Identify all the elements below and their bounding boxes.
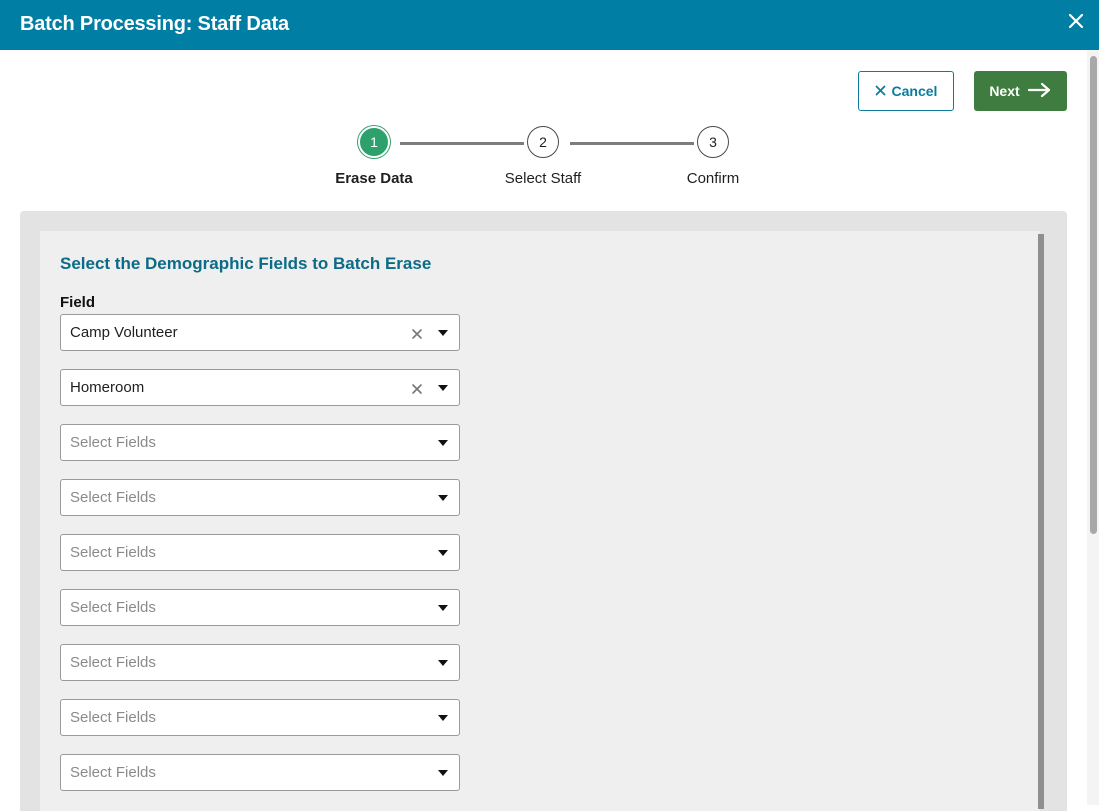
field-select[interactable]: Select Fields (60, 644, 460, 681)
panel-scrollbar[interactable] (1038, 234, 1044, 809)
chevron-down-icon[interactable] (438, 385, 448, 391)
step-1-indicator: 1 (358, 126, 390, 158)
chevron-down-icon[interactable] (438, 770, 448, 776)
field-select[interactable]: Select Fields (60, 479, 460, 516)
chevron-down-icon[interactable] (438, 330, 448, 336)
clear-icon[interactable] (411, 327, 423, 339)
step-number: 3 (709, 134, 717, 150)
clear-icon[interactable] (411, 382, 423, 394)
step-3-indicator: 3 (697, 126, 729, 158)
chevron-down-icon[interactable] (438, 550, 448, 556)
step-3-label: Confirm (686, 170, 740, 187)
select-placeholder: Select Fields (70, 544, 156, 561)
field-select[interactable]: Select Fields (60, 534, 460, 571)
field-label: Field (60, 294, 96, 311)
select-placeholder: Select Fields (70, 654, 156, 671)
field-select[interactable]: Select Fields (60, 699, 460, 736)
select-placeholder: Select Fields (70, 764, 156, 781)
page-scrollbar[interactable] (1087, 50, 1099, 805)
field-select[interactable]: Homeroom (60, 369, 460, 406)
arrow-right-icon (1027, 82, 1052, 101)
action-bar: Cancel Next (858, 71, 1067, 111)
chevron-down-icon[interactable] (438, 660, 448, 666)
step-connector (570, 142, 694, 145)
x-icon (875, 83, 886, 99)
cancel-button[interactable]: Cancel (858, 71, 954, 111)
select-placeholder: Select Fields (70, 489, 156, 506)
scrollbar-thumb[interactable] (1090, 56, 1097, 534)
field-select[interactable]: Select Fields (60, 754, 460, 791)
chevron-down-icon[interactable] (438, 715, 448, 721)
step-2-indicator: 2 (527, 126, 559, 158)
field-select[interactable]: Select Fields (60, 424, 460, 461)
dialog-header: Batch Processing: Staff Data (0, 0, 1099, 50)
field-select[interactable]: Camp Volunteer (60, 314, 460, 351)
cancel-label: Cancel (891, 83, 938, 99)
chevron-down-icon[interactable] (438, 495, 448, 501)
next-label: Next (989, 83, 1020, 99)
field-select[interactable]: Select Fields (60, 589, 460, 626)
section-heading: Select the Demographic Fields to Batch E… (60, 254, 432, 273)
step-2-label: Select Staff (504, 170, 582, 187)
step-number: 2 (539, 134, 547, 150)
close-icon[interactable] (1067, 12, 1085, 30)
chevron-down-icon[interactable] (438, 440, 448, 446)
chevron-down-icon[interactable] (438, 605, 448, 611)
next-button[interactable]: Next (974, 71, 1067, 111)
select-placeholder: Select Fields (70, 434, 156, 451)
select-value: Homeroom (70, 379, 145, 396)
select-value: Camp Volunteer (70, 324, 178, 341)
progress-stepper: 1 2 3 Erase Data Select Staff Confirm (320, 126, 760, 196)
step-connector (400, 142, 524, 145)
step-1-label: Erase Data (335, 170, 413, 187)
select-placeholder: Select Fields (70, 599, 156, 616)
select-placeholder: Select Fields (70, 709, 156, 726)
dialog-title: Batch Processing: Staff Data (20, 13, 289, 35)
step-number: 1 (370, 134, 378, 150)
